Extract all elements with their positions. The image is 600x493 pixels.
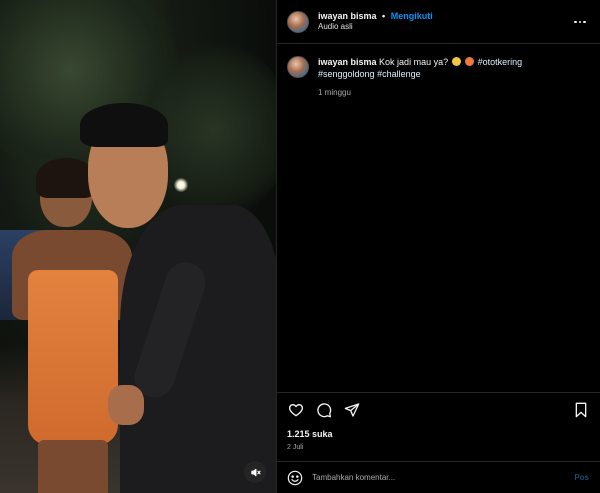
more-options-button[interactable] xyxy=(572,14,588,30)
heart-eyes-emoji-icon xyxy=(465,57,475,66)
mute-button[interactable] xyxy=(244,461,266,483)
share-button[interactable] xyxy=(343,401,361,419)
bookmark-icon[interactable] xyxy=(573,401,589,419)
video-person xyxy=(38,440,108,493)
emoji-picker-icon[interactable] xyxy=(287,470,303,486)
post-caption: iwayan bisma Kok jadi mau ya? #ototkerin… xyxy=(277,44,600,99)
comment-icon xyxy=(317,403,332,418)
like-button[interactable] xyxy=(287,401,305,419)
caption-timestamp: 1 minggu xyxy=(318,88,351,98)
audio-link[interactable]: Audio asli xyxy=(318,22,433,32)
heart-icon xyxy=(289,404,303,417)
post-side-panel: iwayan bisma • Mengikuti Audio asli iway… xyxy=(276,0,600,493)
avatar[interactable] xyxy=(287,10,309,33)
comment-input[interactable] xyxy=(312,473,542,482)
post-date: 2 Juli xyxy=(287,444,304,451)
video-person xyxy=(36,158,96,198)
post-comment-button[interactable]: Pos xyxy=(574,473,589,482)
avatar[interactable] xyxy=(287,56,309,78)
comment-button[interactable] xyxy=(315,401,333,419)
post-header: iwayan bisma • Mengikuti Audio asli xyxy=(277,0,600,44)
separator-dot: • xyxy=(382,10,386,21)
hashtag-link[interactable]: #challenge xyxy=(377,69,421,79)
action-bar xyxy=(277,393,600,427)
more-dots-icon xyxy=(583,20,586,24)
comment-bar: Pos xyxy=(277,461,600,493)
video-person xyxy=(108,385,144,425)
more-dots-icon xyxy=(578,20,582,24)
caption-text: Kok jadi mau ya? xyxy=(379,57,449,67)
post-actions-section: 1.215 suka 2 Juli xyxy=(277,392,600,451)
header-username[interactable]: iwayan bisma xyxy=(318,11,377,21)
share-icon xyxy=(344,403,360,417)
post-video[interactable] xyxy=(0,0,276,493)
more-dots-icon xyxy=(574,20,577,24)
video-person xyxy=(28,270,118,445)
likes-count[interactable]: 1.215 suka xyxy=(277,427,600,439)
following-button[interactable]: Mengikuti xyxy=(391,11,433,21)
video-light xyxy=(174,178,188,192)
video-person xyxy=(80,103,168,147)
grimace-emoji-icon xyxy=(451,57,461,66)
speaker-muted-icon xyxy=(250,468,261,476)
caption-username[interactable]: iwayan bisma xyxy=(318,57,377,67)
